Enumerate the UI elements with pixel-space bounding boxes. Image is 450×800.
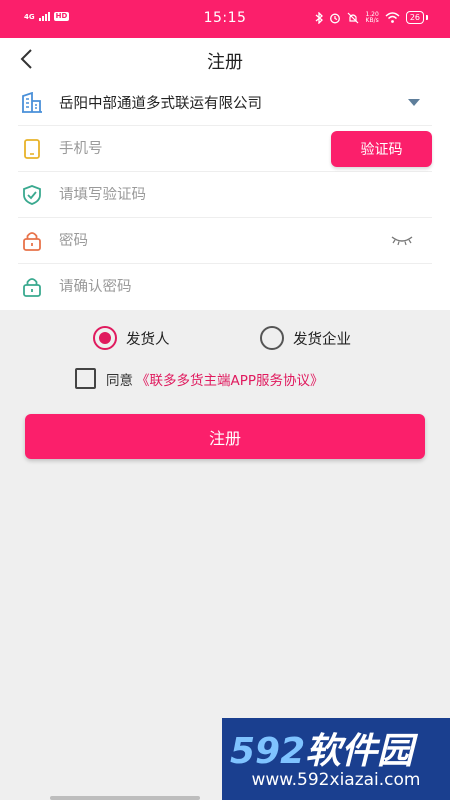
phone-input[interactable] (59, 140, 299, 157)
agreement-row: 同意 《联多多货主端APP服务协议》 (75, 368, 324, 389)
status-bar: 4G HD 15:15 1.20 KB/s 26 (0, 0, 450, 38)
page-title: 注册 (207, 52, 243, 73)
role-label: 发货人 (126, 331, 170, 348)
code-row (18, 172, 432, 218)
lock-icon (23, 231, 41, 251)
code-input[interactable] (59, 186, 299, 203)
company-select[interactable]: 岳阳中部通道多式联运有限公司 (18, 80, 432, 126)
battery-level: 26 (409, 13, 420, 22)
building-icon (22, 91, 42, 113)
battery-icon: 26 (405, 11, 424, 24)
dropdown-arrow-icon[interactable] (408, 99, 420, 106)
company-name: 岳阳中部通道多式联运有限公司 (59, 96, 262, 112)
watermark-number: 592 (230, 731, 306, 772)
agreement-link[interactable]: 《联多多货主端APP服务协议》 (136, 369, 324, 389)
eye-closed-icon[interactable] (390, 233, 414, 247)
phone-row: 验证码 (18, 126, 432, 172)
wifi-icon (385, 12, 400, 23)
watermark-url: www.592xiazai.com (251, 770, 421, 790)
net-speed: 1.20 KB/s (365, 11, 379, 24)
mute-icon (348, 12, 359, 23)
register-form: 岳阳中部通道多式联运有限公司 验证码 (0, 80, 450, 310)
nav-bar: 注册 (0, 38, 450, 80)
agree-text: 同意 (106, 372, 133, 389)
role-selector: 发货人 发货企业 (0, 322, 450, 350)
watermark-text: 软件园 (305, 731, 414, 772)
get-code-button[interactable]: 验证码 (331, 131, 432, 167)
radio-unselected[interactable] (260, 326, 284, 350)
password-row (18, 218, 432, 264)
role-option-company[interactable]: 发货企业 (260, 326, 351, 350)
battery-tip (426, 15, 428, 20)
register-button[interactable]: 注册 (25, 414, 425, 459)
role-label: 发货企业 (293, 331, 351, 348)
net-speed-unit: KB/s (365, 16, 379, 24)
bluetooth-icon (316, 11, 324, 24)
alarm-icon (330, 13, 341, 23)
confirm-password-input[interactable] (59, 279, 299, 295)
confirm-row (18, 264, 432, 310)
watermark-title: 592软件园 (230, 722, 413, 774)
role-option-shipper[interactable]: 发货人 (93, 326, 170, 350)
nav-indicator (50, 796, 200, 800)
shield-check-icon (23, 184, 41, 205)
lock-icon (23, 278, 41, 297)
radio-selected[interactable] (93, 326, 117, 350)
agree-checkbox[interactable] (75, 368, 96, 389)
password-input[interactable] (59, 232, 299, 249)
watermark-logo: 592软件园 www.592xiazai.com (222, 718, 450, 800)
status-right: 1.20 KB/s 26 (315, 11, 428, 24)
phone-icon (24, 138, 40, 159)
